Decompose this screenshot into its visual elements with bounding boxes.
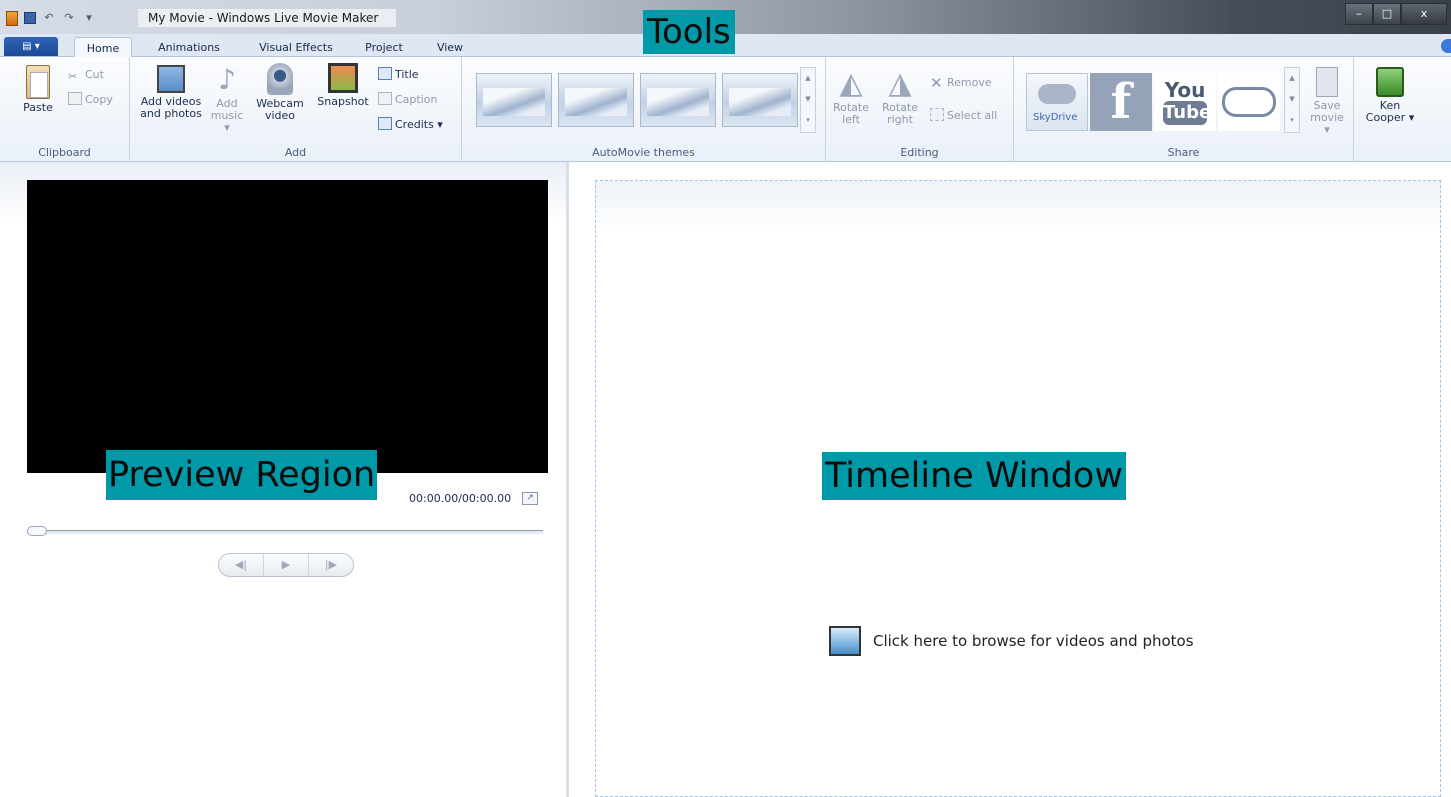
window-title: My Movie - Windows Live Movie Maker <box>138 9 396 27</box>
fullscreen-icon[interactable]: ↗ <box>522 492 538 505</box>
select-all-button[interactable]: Select all <box>930 108 997 124</box>
timecode-readout: 00:00.00/00:00.00 <box>409 492 512 505</box>
seek-handle[interactable] <box>27 526 47 536</box>
tab-home[interactable]: Home <box>74 37 132 58</box>
annotation-tools: Tools <box>643 10 735 54</box>
maximize-button[interactable]: □ <box>1373 3 1401 25</box>
paste-button[interactable]: Paste <box>18 65 58 114</box>
user-account-button[interactable]: Ken Cooper ▾ <box>1364 67 1416 124</box>
remove-icon: ✕ <box>930 74 943 92</box>
close-button[interactable]: x <box>1401 3 1447 25</box>
remove-button[interactable]: ✕ Remove <box>930 75 992 91</box>
scissors-icon: ✂ <box>68 70 78 83</box>
select-all-icon <box>930 108 944 121</box>
tab-visual-effects[interactable]: Visual Effects <box>246 37 346 58</box>
people-group-icon <box>1222 87 1276 117</box>
group-clipboard: Paste ✂ Cut Copy Clipboard <box>0 57 130 161</box>
music-note-icon: ♪ <box>218 63 236 96</box>
facebook-icon: f <box>1110 74 1132 130</box>
theme-thumbnail-2[interactable] <box>558 73 634 127</box>
group-add: Add videos and photos ♪ Add music ▾ Webc… <box>130 57 462 161</box>
theme-thumbnail-4[interactable] <box>722 73 798 127</box>
rotate-right-button[interactable]: ◮ Rotate right <box>878 69 922 126</box>
add-videos-photos-button[interactable]: Add videos and photos <box>136 65 206 120</box>
group-label-editing: Editing <box>900 146 939 159</box>
ribbon: Paste ✂ Cut Copy Clipboard Add videos and… <box>0 57 1451 162</box>
undo-icon[interactable]: ↶ <box>42 11 56 25</box>
user-avatar-icon <box>1376 67 1404 97</box>
group-user: Ken Cooper ▾ <box>1354 57 1451 161</box>
paste-icon <box>26 65 50 99</box>
customize-qat-icon[interactable]: ▾ <box>82 11 96 25</box>
share-gallery-scroll[interactable]: ▲ ▼ ▾ <box>1284 67 1300 133</box>
window-controls: – □ x <box>1345 3 1447 25</box>
cut-button[interactable]: ✂ Cut <box>68 67 104 83</box>
browse-text: Click here to browse for videos and phot… <box>873 632 1194 650</box>
copy-icon <box>68 92 82 105</box>
rotate-left-icon: ◭ <box>839 66 863 101</box>
tab-project[interactable]: Project <box>356 37 412 58</box>
group-share: SkyDrive f You Tube ▲ ▼ ▾ Save movie ▾ Sha… <box>1014 57 1354 161</box>
skydrive-button[interactable]: SkyDrive <box>1026 73 1088 131</box>
playback-controls: ◀| ▶ |▶ <box>218 553 354 577</box>
help-icon[interactable] <box>1441 39 1451 53</box>
tab-view[interactable]: View <box>428 37 472 58</box>
facebook-button[interactable]: f <box>1090 73 1152 131</box>
title-icon <box>378 67 392 80</box>
group-label-share: Share <box>1167 146 1200 159</box>
title-button[interactable]: Title <box>378 67 419 83</box>
paste-label: Paste <box>23 101 53 114</box>
group-editing: ◭ Rotate left ◮ Rotate right ✕ Remove Sel… <box>826 57 1014 161</box>
group-label-themes: AutoMovie themes <box>592 146 695 159</box>
browse-media-link[interactable]: Click here to browse for videos and phot… <box>829 626 1194 656</box>
file-menu-button[interactable]: ▤ ▾ <box>4 37 58 56</box>
snapshot-button[interactable]: Snapshot <box>312 63 374 108</box>
youtube-icon: You <box>1164 78 1206 102</box>
webcam-icon <box>267 63 293 95</box>
save-movie-icon <box>1316 67 1338 97</box>
annotation-timeline-window: Timeline Window <box>822 452 1126 500</box>
rotate-right-icon: ◮ <box>888 66 912 101</box>
group-automovie-themes: ▲ ▼ ▾ AutoMovie themes <box>462 57 826 161</box>
group-share-button[interactable] <box>1218 73 1280 131</box>
annotation-preview-region: Preview Region <box>106 450 378 500</box>
next-frame-button[interactable]: |▶ <box>309 554 353 576</box>
webcam-video-button[interactable]: Webcam video <box>252 63 308 122</box>
copy-button[interactable]: Copy <box>68 92 113 108</box>
play-button[interactable]: ▶ <box>264 554 309 576</box>
credits-icon <box>378 117 392 130</box>
group-label-clipboard: Clipboard <box>38 146 91 159</box>
add-music-button[interactable]: ♪ Add music ▾ <box>208 65 246 134</box>
youtube-button[interactable]: You Tube <box>1154 73 1216 131</box>
film-icon <box>157 65 185 93</box>
panel-splitter[interactable] <box>566 162 569 797</box>
previous-frame-button[interactable]: ◀| <box>219 554 264 576</box>
gallery-scroll[interactable]: ▲ ▼ ▾ <box>800 67 816 133</box>
redo-icon[interactable]: ↷ <box>62 11 76 25</box>
quick-access-toolbar: ↶ ↷ ▾ <box>6 9 96 27</box>
group-label-add: Add <box>284 146 307 159</box>
rotate-left-button[interactable]: ◭ Rotate left <box>830 69 872 126</box>
theme-thumbnail-3[interactable] <box>640 73 716 127</box>
seek-bar[interactable] <box>27 530 543 534</box>
app-icon[interactable] <box>6 10 18 26</box>
caption-button[interactable]: Caption <box>378 92 437 108</box>
save-movie-button[interactable]: Save movie ▾ <box>1306 67 1348 136</box>
photo-film-icon <box>829 626 861 656</box>
tab-animations[interactable]: Animations <box>146 37 232 58</box>
caption-icon <box>378 92 392 105</box>
minimize-button[interactable]: – <box>1345 3 1373 25</box>
save-icon[interactable] <box>24 12 36 24</box>
credits-button[interactable]: Credits ▾ <box>378 117 443 133</box>
preview-monitor[interactable] <box>27 180 548 473</box>
theme-thumbnail-1[interactable] <box>476 73 552 127</box>
cloud-icon <box>1038 84 1076 104</box>
snapshot-icon <box>328 63 358 93</box>
